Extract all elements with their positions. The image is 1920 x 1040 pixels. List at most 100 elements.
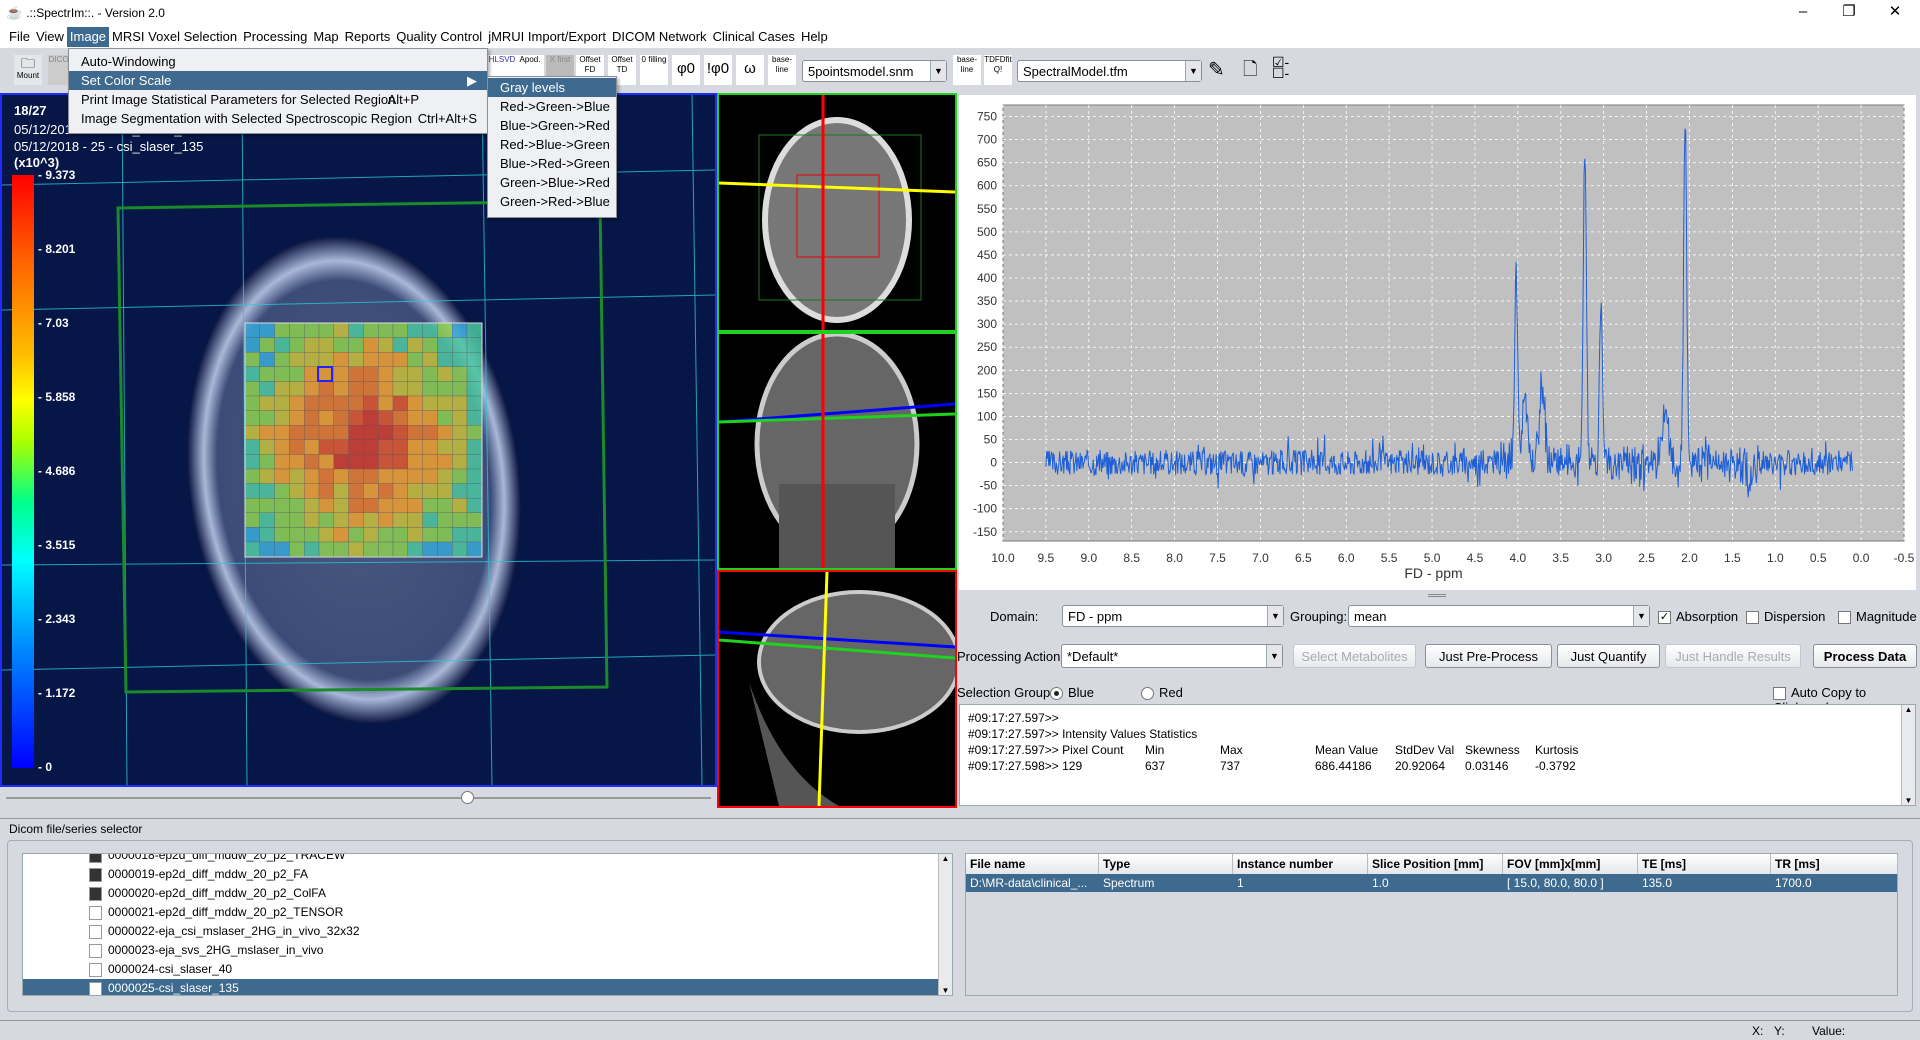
submenu-item[interactable]: Red->Green->Blue xyxy=(488,97,616,116)
table-header[interactable]: FOV [mm]x[mm] xyxy=(1503,854,1638,874)
tree-item[interactable]: 0000023-eja_svs_2HG_mslaser_in_vivo xyxy=(23,941,938,960)
spectrum-chart[interactable]: 10.0 9.5 9.0 8.5 8.0 7.5 7.0 6.5 6.0 5.5 5.0 4.5 4.0… xyxy=(959,95,1916,590)
phase0-button[interactable]: φ0 xyxy=(672,55,700,85)
select-metabolites-button[interactable]: Select Metabolites xyxy=(1293,644,1416,668)
just-preprocess-button[interactable]: Just Pre-Process xyxy=(1425,644,1552,668)
log-output[interactable]: #09:17:27.597>> #09:17:27.597>> Intensit… xyxy=(959,704,1916,806)
menu-help[interactable]: Help xyxy=(798,27,831,47)
menu-item-print-statistics[interactable]: Print Image Statistical Parameters for S… xyxy=(69,90,487,109)
voxel-cell xyxy=(289,468,305,484)
coronal-view[interactable] xyxy=(717,332,957,570)
tree-item[interactable]: 0000025-csi_slaser_135 xyxy=(23,979,938,995)
voxel-cell xyxy=(259,541,275,557)
edit-pencil-icon[interactable]: ✎ xyxy=(1208,57,1225,82)
mount-button[interactable]: 🗀 Mount xyxy=(14,55,42,85)
baseline-button-2[interactable]: base-line xyxy=(953,55,981,85)
tree-item[interactable]: 0000022-eja_csi_mslaser_2HG_in_vivo_32x3… xyxy=(23,922,938,941)
close-button[interactable]: ✕ xyxy=(1872,0,1918,26)
submenu-item[interactable]: Blue->Green->Red xyxy=(488,116,616,135)
menu-processing[interactable]: Processing xyxy=(240,27,310,47)
absorption-checkbox[interactable]: ✓ Absorption xyxy=(1658,609,1738,625)
checklist-icon[interactable]: ☑- ☐- xyxy=(1272,55,1289,80)
x-tick-label: 9.0 xyxy=(1080,551,1097,565)
menu-item-image-segmentation[interactable]: Image Segmentation with Selected Spectro… xyxy=(69,109,487,128)
magnitude-checkbox[interactable]: Magnitude xyxy=(1838,609,1917,625)
dispersion-checkbox[interactable]: Dispersion xyxy=(1746,609,1825,625)
frequency-shift-button[interactable]: ω xyxy=(736,55,764,85)
slider-thumb[interactable] xyxy=(461,791,474,804)
table-header[interactable]: TR [ms] xyxy=(1771,854,1898,874)
tree-item[interactable]: 0000021-ep2d_diff_mddw_20_p2_TENSOR xyxy=(23,903,938,922)
log-header-col: Max xyxy=(1220,743,1243,757)
zero-filling-button[interactable]: 0 filling xyxy=(640,55,668,85)
voxel-cell xyxy=(274,366,290,382)
minimize-button[interactable]: – xyxy=(1780,0,1826,26)
voxel-cell xyxy=(348,395,364,411)
voxel-cell xyxy=(466,337,482,353)
voxel-cell xyxy=(274,425,290,440)
submenu-item[interactable]: Gray levels xyxy=(488,78,616,97)
tree-item[interactable]: 0000024-csi_slaser_40 xyxy=(23,960,938,979)
menu-clinical-cases[interactable]: Clinical Cases xyxy=(710,27,798,47)
spectral-model-combo[interactable]: SpectralModel.tfm ▼ xyxy=(1017,60,1202,82)
menu-dicom-network[interactable]: DICOM Network xyxy=(609,27,710,47)
voxel-cell xyxy=(304,322,320,338)
red-radio[interactable]: Red xyxy=(1141,685,1183,701)
slice-slider[interactable] xyxy=(0,787,717,809)
table-header[interactable]: Instance number xyxy=(1233,854,1368,874)
baseline-button[interactable]: base-line xyxy=(768,55,796,85)
new-document-icon[interactable]: 🗋 xyxy=(1243,57,1257,87)
spectrum-chart-panel[interactable]: 10.0 9.5 9.0 8.5 8.0 7.5 7.0 6.5 6.0 5.5 5.0 4.5 4.0… xyxy=(959,95,1916,590)
menu-view[interactable]: View xyxy=(33,27,67,47)
voxel-cell xyxy=(259,468,275,484)
auto-phase0-button[interactable]: !φ0 xyxy=(704,55,732,85)
grouping-select[interactable]: mean ▼ xyxy=(1348,605,1650,627)
voxel-cell xyxy=(289,439,305,455)
menu-file[interactable]: File xyxy=(6,27,33,47)
submenu-item[interactable]: Green->Blue->Red xyxy=(488,173,616,192)
voxel-cell xyxy=(259,352,275,367)
menu-jmrui-import-export[interactable]: jMRUI Import/Export xyxy=(485,27,609,47)
menu-item-auto-windowing[interactable]: Auto-Windowing xyxy=(69,52,487,71)
submenu-item[interactable]: Green->Red->Blue xyxy=(488,192,616,211)
menu-image[interactable]: Image xyxy=(66,27,110,47)
domain-select[interactable]: FD - ppm ▼ xyxy=(1062,605,1284,627)
tree-item[interactable]: 0000018-ep2d_diff_mddw_20_p2_TRACEW xyxy=(23,854,938,865)
process-data-button[interactable]: Process Data xyxy=(1813,644,1917,668)
voxel-cell xyxy=(452,527,468,543)
model-combo[interactable]: 5pointsmodel.snm ▼ xyxy=(802,60,947,82)
axial-view[interactable] xyxy=(717,93,957,332)
log-scrollbar[interactable]: ▲ ▼ xyxy=(1901,705,1915,805)
dicom-file-table[interactable]: File name D:\MR-data\clinical_... Type Spec… xyxy=(965,853,1898,996)
tree-scrollbar[interactable]: ▲ ▼ xyxy=(938,854,952,995)
tree-item[interactable]: 0000020-ep2d_diff_mddw_20_p2_ColFA xyxy=(23,884,938,903)
blue-radio[interactable]: Blue xyxy=(1050,685,1094,701)
submenu-item[interactable]: Red->Blue->Green xyxy=(488,135,616,154)
processing-action-select[interactable]: *Default* ▼ xyxy=(1061,644,1283,668)
voxel-heatmap-grid[interactable] xyxy=(244,322,483,558)
tree-item[interactable]: 0000019-ep2d_diff_mddw_20_p2_FA xyxy=(23,865,938,884)
tdfdfit-button[interactable]: TDFDfit Q! xyxy=(984,55,1012,85)
submenu-item[interactable]: Blue->Red->Green xyxy=(488,154,616,173)
log-header-col: Kurtosis xyxy=(1535,743,1579,757)
sagittal-view[interactable] xyxy=(717,570,957,808)
voxel-cell xyxy=(244,527,260,543)
menu-map[interactable]: Map xyxy=(310,27,341,47)
just-handle-results-button[interactable]: Just Handle Results xyxy=(1665,644,1801,668)
menu-reports[interactable]: Reports xyxy=(342,27,394,47)
split-pane-divider[interactable] xyxy=(1428,594,1446,597)
maximize-button[interactable]: ❐ xyxy=(1826,0,1872,26)
voxel-cell xyxy=(348,322,364,338)
table-header[interactable]: Slice Position [mm] xyxy=(1368,854,1503,874)
voxel-cell xyxy=(289,410,305,426)
dicom-series-tree[interactable]: ▲ ▼ 0000018-ep2d_diff_mddw_20_p2_TRACEW 00… xyxy=(22,853,953,996)
table-header[interactable]: File name xyxy=(966,854,1099,874)
menu-item-set-color-scale[interactable]: Set Color Scale ▶ xyxy=(69,71,487,90)
voxel-cell xyxy=(259,410,275,426)
folder-icon: 🗀 xyxy=(21,55,35,71)
menu-quality-control[interactable]: Quality Control xyxy=(393,27,485,47)
table-header[interactable]: TE [ms] xyxy=(1638,854,1771,874)
menu-mrsi-voxel-selection[interactable]: MRSI Voxel Selection xyxy=(109,27,240,47)
just-quantify-button[interactable]: Just Quantify xyxy=(1557,644,1660,668)
table-header[interactable]: Type xyxy=(1099,854,1233,874)
